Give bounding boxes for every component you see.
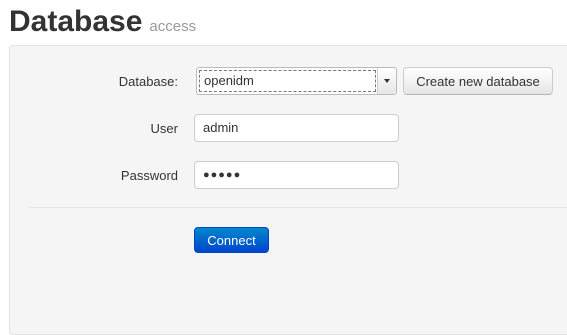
database-form-panel: Database: openidm Create new database Us… bbox=[9, 45, 567, 335]
password-field[interactable]: ●●●●● bbox=[194, 161, 399, 189]
form-divider bbox=[29, 207, 567, 208]
database-select[interactable]: openidm bbox=[196, 67, 397, 95]
page-heading: Database access bbox=[9, 5, 196, 39]
chevron-down-icon[interactable] bbox=[377, 68, 396, 94]
database-select-value: openidm bbox=[204, 73, 254, 88]
password-label: Password bbox=[120, 168, 178, 183]
create-database-button[interactable]: Create new database bbox=[403, 67, 553, 95]
user-label: User bbox=[150, 121, 178, 136]
user-field[interactable]: admin bbox=[194, 114, 399, 142]
page-title: Database bbox=[9, 5, 143, 38]
page-subtitle: access bbox=[149, 18, 197, 35]
connect-button[interactable]: Connect bbox=[194, 227, 269, 253]
database-label: Database: bbox=[118, 74, 178, 89]
